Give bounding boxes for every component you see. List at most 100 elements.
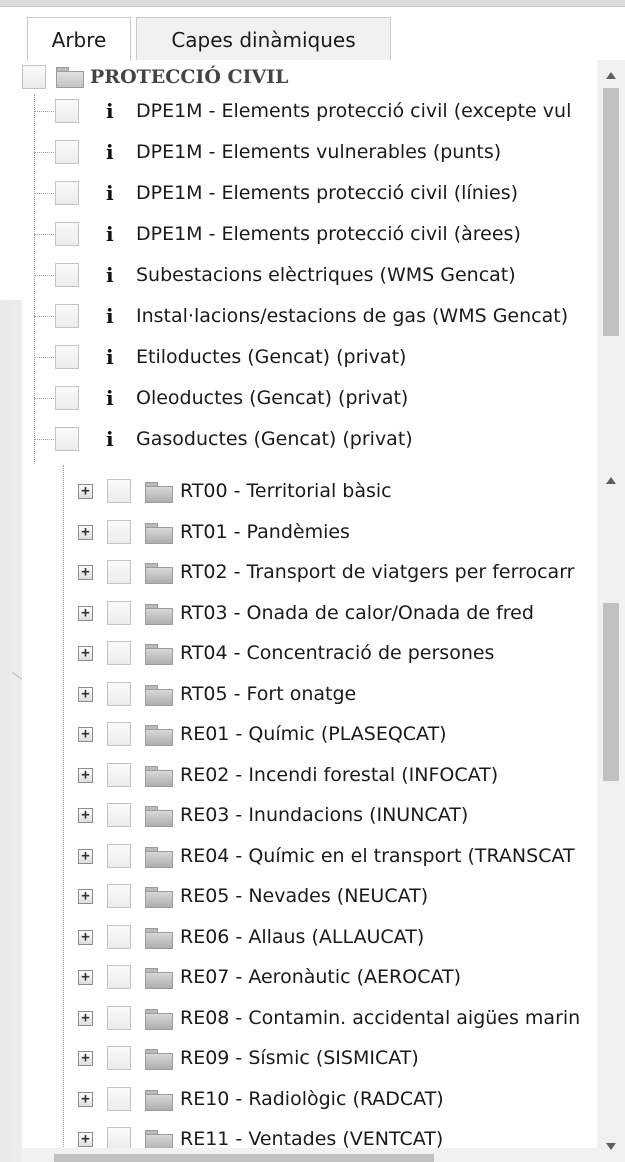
expand-icon[interactable]: + <box>78 686 93 702</box>
folder-label: RE01 - Químic (PLASEQCAT) <box>180 723 447 745</box>
expand-icon[interactable]: + <box>78 808 93 823</box>
expand-icon[interactable]: + <box>78 524 93 540</box>
expand-icon[interactable]: + <box>78 1010 93 1026</box>
folder-checkbox[interactable] <box>107 762 131 787</box>
info-icon[interactable]: i <box>106 217 114 251</box>
folder-row: + RT01 - Pandèmies <box>22 515 597 549</box>
folder-checkbox[interactable] <box>107 1086 131 1111</box>
info-icon[interactable]: i <box>106 258 114 292</box>
expand-icon[interactable]: + <box>78 767 93 783</box>
layer-label: Oleoductes (Gencat) (privat) <box>136 387 409 409</box>
root-checkbox[interactable] <box>22 65 46 89</box>
tree-connector <box>34 234 54 235</box>
folder-row: + RE07 - Aeronàutic (AEROCAT) <box>22 960 597 994</box>
expand-icon[interactable]: + <box>78 646 93 661</box>
scroll-thumb[interactable] <box>603 88 619 336</box>
layer-label: DPE1M - Elements protecció civil (àrees) <box>136 223 521 245</box>
layer-row: i Instal·lacions/estacions de gas (WMS Ge… <box>22 299 597 333</box>
layer-checkbox[interactable] <box>55 99 79 123</box>
scroll-up-icon[interactable] <box>606 72 616 79</box>
layer-checkbox[interactable] <box>55 222 79 246</box>
info-icon[interactable]: i <box>106 176 114 210</box>
tree-connector <box>34 111 54 112</box>
layer-row: i DPE1M - Elements protecció civil (línie… <box>22 176 597 210</box>
folder-icon <box>145 1008 173 1030</box>
expand-icon[interactable]: + <box>78 889 93 904</box>
layer-label: DPE1M - Elements vulnerables (punts) <box>136 141 502 163</box>
folder-row: + RE04 - Químic en el transport (TRANSCAT <box>22 839 597 873</box>
folder-icon <box>145 806 173 827</box>
folder-checkbox[interactable] <box>107 681 131 706</box>
scroll-thumb[interactable] <box>603 603 619 781</box>
info-icon[interactable]: i <box>106 299 114 333</box>
layer-checkbox[interactable] <box>55 386 79 410</box>
layer-checkbox[interactable] <box>55 304 79 328</box>
protection-civil-tree-panel: PROTECCIÓ CIVIL i DPE1M - Elements protec… <box>22 60 625 465</box>
expand-icon[interactable]: + <box>78 1132 93 1147</box>
vertical-scrollbar-2[interactable] <box>597 465 625 1162</box>
tab-capes-dinamiques[interactable]: Capes dinàmiques <box>136 17 391 61</box>
folder-checkbox[interactable] <box>107 843 131 868</box>
expand-icon[interactable]: + <box>78 484 93 499</box>
expand-icon[interactable]: + <box>78 605 93 621</box>
folder-checkbox[interactable] <box>107 924 131 949</box>
folder-checkbox[interactable] <box>107 1005 131 1030</box>
info-icon[interactable]: i <box>106 422 114 456</box>
folder-label: RT00 - Territorial bàsic <box>180 480 392 502</box>
folder-icon <box>145 603 173 625</box>
folder-checkbox[interactable] <box>107 479 131 503</box>
folder-icon <box>145 482 173 503</box>
folder-icon <box>145 644 173 665</box>
horizontal-scroll-thumb[interactable] <box>54 1154 434 1162</box>
expand-icon[interactable]: + <box>78 1091 93 1107</box>
folder-label: RE03 - Inundacions (INUNCAT) <box>180 804 469 826</box>
info-icon[interactable]: i <box>106 340 114 374</box>
expand-icon[interactable]: + <box>78 970 93 985</box>
risk-folders-tree-panel: + RT00 - Territorial bàsic + RT01 - Pandèmi… <box>22 465 625 1162</box>
layer-checkbox[interactable] <box>55 427 79 451</box>
info-icon[interactable]: i <box>106 94 114 128</box>
folder-checkbox[interactable] <box>107 560 131 584</box>
folder-checkbox[interactable] <box>107 519 131 544</box>
folder-checkbox[interactable] <box>107 884 131 908</box>
folder-checkbox[interactable] <box>107 965 131 989</box>
layer-label: DPE1M - Elements protecció civil (línies… <box>136 182 519 204</box>
folder-label: RT01 - Pandèmies <box>180 520 350 543</box>
layer-row: i DPE1M - Elements vulnerables (punts) <box>22 135 597 169</box>
folder-checkbox[interactable] <box>107 803 131 827</box>
tab-arbre[interactable]: Arbre <box>27 17 131 61</box>
vertical-scrollbar[interactable] <box>597 60 625 465</box>
tree-connector <box>34 439 54 440</box>
info-icon[interactable]: i <box>106 381 114 415</box>
folder-checkbox[interactable] <box>107 641 131 665</box>
scroll-down-icon[interactable] <box>606 1143 616 1150</box>
scroll-up-icon[interactable] <box>606 477 616 484</box>
folder-label: RE08 - Contamin. accidental aigües marin <box>180 1006 581 1029</box>
layer-label: Etiloductes (Gencat) (privat) <box>136 346 407 368</box>
layer-checkbox[interactable] <box>55 263 79 287</box>
layer-checkbox[interactable] <box>55 140 79 164</box>
layer-checkbox[interactable] <box>55 181 79 205</box>
layer-checkbox[interactable] <box>55 345 79 369</box>
top-border <box>0 0 625 7</box>
horizontal-scrollbar[interactable] <box>22 1148 597 1162</box>
expand-icon[interactable]: + <box>78 565 93 580</box>
info-icon[interactable]: i <box>106 135 114 169</box>
expand-icon[interactable]: + <box>78 1051 93 1066</box>
layer-label: Instal·lacions/estacions de gas (WMS Gen… <box>136 305 569 327</box>
folder-icon <box>145 522 173 544</box>
tree-connector <box>34 193 54 194</box>
tree-connector <box>34 357 54 358</box>
folder-row: + RE08 - Contamin. accidental aigües mari… <box>22 1001 597 1035</box>
tree-connector <box>34 398 54 399</box>
expand-icon[interactable]: + <box>78 929 93 945</box>
folder-checkbox[interactable] <box>107 722 131 746</box>
expand-icon[interactable]: + <box>78 848 93 864</box>
folder-checkbox[interactable] <box>107 600 131 625</box>
expand-icon[interactable]: + <box>78 727 93 742</box>
layer-row: i DPE1M - Elements protecció civil (excep… <box>22 94 597 128</box>
folder-row: + RT05 - Fort onatge <box>22 677 597 711</box>
folder-checkbox[interactable] <box>107 1046 131 1070</box>
layer-row: i Subestacions elèctriques (WMS Gencat) <box>22 258 597 292</box>
folder-open-icon <box>56 67 84 88</box>
